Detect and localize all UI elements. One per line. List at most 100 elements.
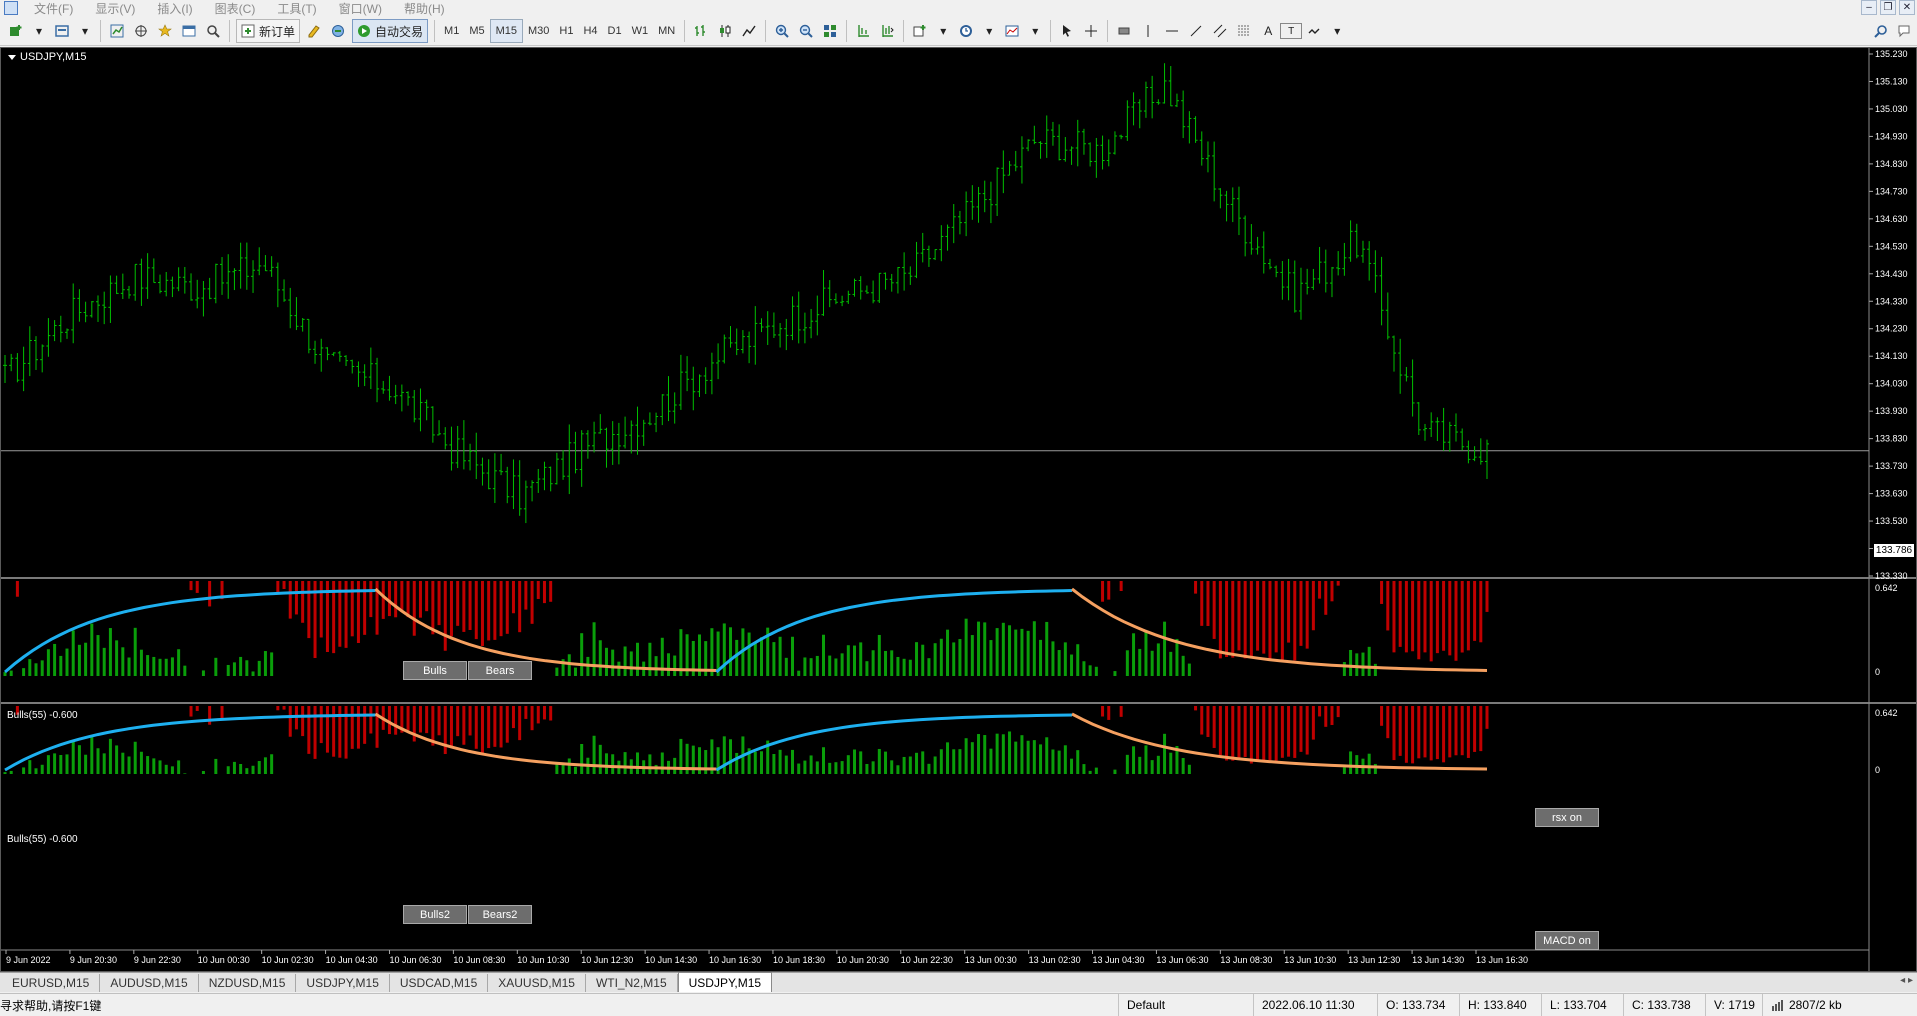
crosshair-icon[interactable] (1079, 19, 1103, 43)
auto-trading-label: 自动交易 (375, 24, 424, 39)
meta-editor-icon[interactable] (302, 19, 326, 43)
price-tick-label: 134.530 (1875, 241, 1908, 251)
timeframe-h1-button[interactable]: H1 (554, 19, 578, 43)
timeframe-w1-button[interactable]: W1 (627, 19, 654, 43)
new-chart-icon[interactable] (4, 19, 28, 43)
tab-usdcad[interactable]: USDCAD,M15 (390, 974, 489, 992)
tab-nzdusd[interactable]: NZDUSD,M15 (199, 974, 297, 992)
trendline-icon[interactable] (1184, 19, 1208, 43)
tester-icon[interactable] (201, 19, 225, 43)
bar-chart-icon[interactable] (689, 19, 713, 43)
menu-bar: 文件(F) 显示(V) 插入(I) 图表(C) 工具(T) 窗口(W) 帮助(H… (0, 0, 1917, 16)
timeframe-m15-button[interactable]: M15 (489, 19, 523, 43)
time-tick-label: 10 Jun 18:30 (773, 955, 825, 965)
equidistant-channel-icon[interactable] (1208, 19, 1232, 43)
time-tick-label: 13 Jun 04:30 (1093, 955, 1145, 965)
restore-icon[interactable]: ❐ (1880, 0, 1896, 15)
connection-bars-icon (1772, 1000, 1783, 1011)
text-label-tool-icon[interactable]: T (1280, 23, 1303, 39)
chart-window[interactable]: 135.230 135.130 135.030 134.930 134.830 134.7… (0, 47, 1917, 972)
collapse-triangle-icon[interactable] (8, 54, 16, 60)
data-window-icon[interactable] (129, 19, 153, 43)
timeframe-h4-button[interactable]: H4 (578, 19, 602, 43)
auto-scroll-icon[interactable] (851, 19, 875, 43)
time-tick-label: 10 Jun 20:30 (837, 955, 889, 965)
tab-eurusd[interactable]: EURUSD,M15 (2, 974, 101, 992)
zoom-in-icon[interactable] (770, 19, 794, 43)
chart-shift-icon[interactable] (875, 19, 899, 43)
rsx-on-button[interactable]: rsx on (1535, 808, 1599, 827)
market-watch-icon[interactable] (105, 19, 129, 43)
vertical-line-icon[interactable] (1136, 19, 1160, 43)
bears-button[interactable]: Bears (468, 661, 532, 680)
timeframe-m1-button[interactable]: M1 (439, 19, 464, 43)
profiles-icon[interactable] (50, 19, 74, 43)
subwindow1-title: Bulls(55) -0.600 (7, 710, 78, 721)
macd-on-button[interactable]: MACD on (1535, 931, 1599, 950)
indicators-icon[interactable] (908, 19, 932, 43)
sub2-top-value: 0.642 (1875, 708, 1898, 718)
periods-icon[interactable] (954, 19, 978, 43)
zoom-out-icon[interactable] (794, 19, 818, 43)
price-tick-label: 133.630 (1875, 489, 1908, 499)
mt4-window: 文件(F) 显示(V) 插入(I) 图表(C) 工具(T) 窗口(W) 帮助(H… (0, 0, 1917, 1016)
cursor-icon[interactable] (1055, 19, 1079, 43)
dropdown-arrow-icon[interactable]: ▾ (28, 19, 50, 43)
timeframe-d1-button[interactable]: D1 (603, 19, 627, 43)
dropdown-arrow-icon[interactable]: ▾ (74, 19, 96, 43)
menu-window[interactable]: 窗口(W) (329, 0, 394, 17)
time-tick-label: 10 Jun 06:30 (389, 955, 441, 965)
status-datetime: 2022.06.10 11:30 (1253, 994, 1377, 1016)
bears2-button[interactable]: Bears2 (468, 905, 532, 924)
bulls-button[interactable]: Bulls (403, 661, 467, 680)
menu-tools[interactable]: 工具(T) (267, 0, 328, 17)
tile-windows-icon[interactable] (818, 19, 842, 43)
search-icon[interactable] (1869, 19, 1893, 43)
dropdown-arrow-icon[interactable]: ▾ (978, 19, 1000, 43)
tab-usdjpy-active[interactable]: USDJPY,M15 (677, 972, 773, 992)
tab-usdjpy[interactable]: USDJPY,M15 (296, 974, 390, 992)
minimize-icon[interactable]: – (1861, 0, 1877, 15)
separator (229, 20, 230, 42)
timeframe-m5-button[interactable]: M5 (464, 19, 489, 43)
horizontal-line-icon[interactable] (1160, 19, 1184, 43)
time-tick-label: 13 Jun 08:30 (1220, 955, 1272, 965)
dropdown-arrow-icon[interactable]: ▾ (1326, 19, 1348, 43)
tab-wti[interactable]: WTI_N2,M15 (586, 974, 678, 992)
navigator-icon[interactable] (153, 19, 177, 43)
dropdown-arrow-icon[interactable]: ▾ (932, 19, 954, 43)
arrows-icon[interactable] (1302, 19, 1326, 43)
menu-view[interactable]: 显示(V) (85, 0, 147, 17)
price-tick-label: 134.430 (1875, 269, 1908, 279)
time-tick-label: 10 Jun 12:30 (581, 955, 633, 965)
rectangle-tool-icon[interactable] (1112, 19, 1136, 43)
dropdown-arrow-icon[interactable]: ▾ (1024, 19, 1046, 43)
fibonacci-icon[interactable] (1232, 19, 1256, 43)
line-chart-icon[interactable] (737, 19, 761, 43)
text-tool-icon[interactable]: A (1256, 19, 1280, 43)
candlestick-icon[interactable] (713, 19, 737, 43)
templates-icon[interactable] (1000, 19, 1024, 43)
close-icon[interactable]: ✕ (1899, 0, 1915, 15)
new-order-button[interactable]: 新订单 (236, 19, 301, 43)
terminal-icon[interactable] (177, 19, 201, 43)
tab-xauusd[interactable]: XAUUSD,M15 (488, 974, 586, 992)
strategy-tester-icon[interactable] (326, 19, 350, 43)
status-help: 寻求帮助,请按F1键 (0, 998, 102, 1013)
menu-file[interactable]: 文件(F) (24, 0, 85, 17)
tab-audusd[interactable]: AUDUSD,M15 (100, 974, 199, 992)
tab-scroll-arrows-icon[interactable]: ◂ ▸ (1900, 975, 1913, 986)
timeframe-mn-button[interactable]: MN (653, 19, 680, 43)
bulls2-button[interactable]: Bulls2 (403, 905, 467, 924)
menu-insert[interactable]: 插入(I) (147, 0, 204, 17)
price-tick-label: 133.730 (1875, 461, 1908, 471)
time-tick-label: 13 Jun 00:30 (965, 955, 1017, 965)
auto-trading-button[interactable]: 自动交易 (352, 19, 429, 43)
menu-charts[interactable]: 图表(C) (205, 0, 268, 17)
timeframe-m30-button[interactable]: M30 (523, 19, 554, 43)
chat-icon[interactable] (1893, 19, 1917, 43)
chart-canvas[interactable]: 135.230 135.130 135.030 134.930 134.830 134.7… (1, 48, 1916, 971)
price-tick-label: 134.130 (1875, 351, 1908, 361)
time-tick-label: 9 Jun 2022 (6, 955, 51, 965)
menu-help[interactable]: 帮助(H) (394, 0, 457, 17)
